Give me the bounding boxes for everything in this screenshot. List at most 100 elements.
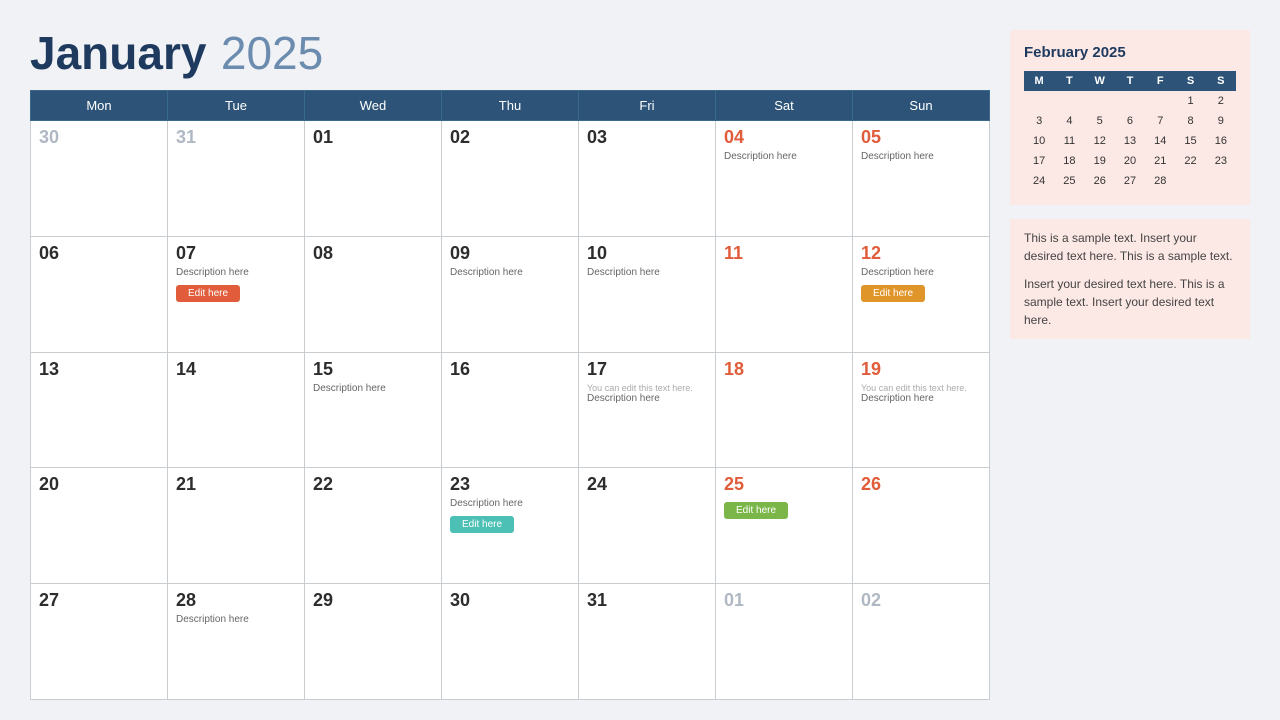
calendar-day-cell: 27	[31, 584, 168, 700]
calendar-day-cell: 01	[305, 121, 442, 237]
day-number: 28	[176, 590, 296, 611]
mini-week-row: 12	[1024, 91, 1236, 111]
day-number: 22	[313, 474, 433, 495]
mini-day-cell: 1	[1175, 91, 1205, 111]
mini-weekday-header: W	[1085, 71, 1115, 91]
calendar-day-cell: 16	[442, 352, 579, 468]
calendar-day-cell: 14	[168, 352, 305, 468]
calendar-day-cell: 23Description hereEdit here	[442, 468, 579, 584]
day-number: 20	[39, 474, 159, 495]
calendar-week-row: 20212223Description hereEdit here2425Edi…	[31, 468, 990, 584]
weekday-header-cell: Thu	[442, 91, 579, 121]
day-number: 01	[313, 127, 433, 148]
calendar-day-cell: 22	[305, 468, 442, 584]
mini-day-cell: 23	[1206, 151, 1236, 171]
calendar-day-cell: 01	[716, 584, 853, 700]
calendar-day-cell: 26	[853, 468, 990, 584]
day-number: 12	[861, 243, 981, 264]
weekday-header-row: MonTueWedThuFriSatSun	[31, 91, 990, 121]
day-number: 19	[861, 359, 981, 380]
calendar-day-cell: 21	[168, 468, 305, 584]
calendar-day-cell: 30	[442, 584, 579, 700]
mini-week-row: 3456789	[1024, 111, 1236, 131]
calendar-day-cell: 08	[305, 236, 442, 352]
day-number: 08	[313, 243, 433, 264]
day-description: Description here	[587, 393, 707, 404]
edit-button[interactable]: Edit here	[450, 516, 514, 533]
weekday-header-cell: Wed	[305, 91, 442, 121]
mini-day-cell	[1175, 171, 1205, 191]
edit-button[interactable]: Edit here	[176, 285, 240, 302]
day-description: Description here	[313, 383, 433, 394]
calendar-day-cell: 03	[579, 121, 716, 237]
calendar-day-cell: 29	[305, 584, 442, 700]
edit-button[interactable]: Edit here	[724, 502, 788, 519]
mini-cal-title: February 2025	[1024, 44, 1236, 61]
calendar-body: 30 31 01 02 03 04 Description here 05 Descriptio…	[31, 121, 990, 700]
edit-button[interactable]: Edit here	[861, 285, 925, 302]
mini-day-cell: 10	[1024, 131, 1054, 151]
mini-day-cell: 5	[1085, 111, 1115, 131]
mini-day-cell: 9	[1206, 111, 1236, 131]
calendar-day-cell: 28 Description here	[168, 584, 305, 700]
calendar-day-cell: 04 Description here	[716, 121, 853, 237]
day-description: Description here	[450, 267, 570, 278]
calendar-day-cell: 07Description hereEdit here	[168, 236, 305, 352]
mini-day-cell: 28	[1145, 171, 1175, 191]
day-number: 09	[450, 243, 570, 264]
day-note: You can edit this text here.	[587, 383, 707, 394]
mini-weekday-header: T	[1054, 71, 1084, 91]
mini-weekday-header: S	[1206, 71, 1236, 91]
year-label: 2025	[221, 27, 323, 79]
mini-day-cell: 4	[1054, 111, 1084, 131]
sidebar-para1: This is a sample text. Insert your desir…	[1024, 229, 1236, 265]
mini-day-cell: 8	[1175, 111, 1205, 131]
day-number: 05	[861, 127, 981, 148]
mini-header-row: MTWTFSS	[1024, 71, 1236, 91]
day-number: 18	[724, 359, 844, 380]
day-number: 15	[313, 359, 433, 380]
sidebar-text-block: This is a sample text. Insert your desir…	[1010, 219, 1250, 339]
calendar-table: MonTueWedThuFriSatSun 30 31 01 02 03 04 Descri…	[30, 90, 990, 700]
mini-day-cell	[1024, 91, 1054, 111]
calendar-day-cell: 13	[31, 352, 168, 468]
day-number: 21	[176, 474, 296, 495]
mini-day-cell: 3	[1024, 111, 1054, 131]
day-description: Description here	[724, 151, 844, 162]
day-number: 11	[724, 243, 844, 264]
left-panel: January 2025 MonTueWedThuFriSatSun 30 31 0…	[30, 30, 990, 700]
weekday-header-cell: Sat	[716, 91, 853, 121]
calendar-day-cell: 15 Description here	[305, 352, 442, 468]
mini-calendar-container: February 2025 MTWTFSS 123456789101112131…	[1010, 30, 1250, 205]
day-description: Description here	[176, 267, 296, 278]
day-description: Description here	[176, 614, 296, 625]
mini-day-cell: 25	[1054, 171, 1084, 191]
calendar-day-cell: 24	[579, 468, 716, 584]
day-number: 04	[724, 127, 844, 148]
day-number: 06	[39, 243, 159, 264]
day-description: Description here	[587, 267, 707, 278]
calendar-day-cell: 20	[31, 468, 168, 584]
month-label: January	[30, 27, 206, 79]
day-description: Description here	[450, 498, 570, 509]
weekday-header-cell: Tue	[168, 91, 305, 121]
mini-day-cell: 27	[1115, 171, 1145, 191]
day-number: 16	[450, 359, 570, 380]
day-number: 31	[587, 590, 707, 611]
calendar-week-row: 0607Description hereEdit here0809Descrip…	[31, 236, 990, 352]
calendar-day-cell: 12Description hereEdit here	[853, 236, 990, 352]
calendar-day-cell: 19You can edit this text here.Descriptio…	[853, 352, 990, 468]
mini-day-cell: 2	[1206, 91, 1236, 111]
day-number: 14	[176, 359, 296, 380]
calendar-day-cell: 09 Description here	[442, 236, 579, 352]
mini-day-cell: 18	[1054, 151, 1084, 171]
calendar-day-cell: 31	[168, 121, 305, 237]
day-number: 02	[450, 127, 570, 148]
day-number: 01	[724, 590, 844, 611]
day-note: You can edit this text here.	[861, 383, 981, 394]
calendar-day-cell: 11	[716, 236, 853, 352]
mini-day-cell: 21	[1145, 151, 1175, 171]
day-number: 03	[587, 127, 707, 148]
calendar-day-cell: 31	[579, 584, 716, 700]
mini-day-cell	[1145, 91, 1175, 111]
